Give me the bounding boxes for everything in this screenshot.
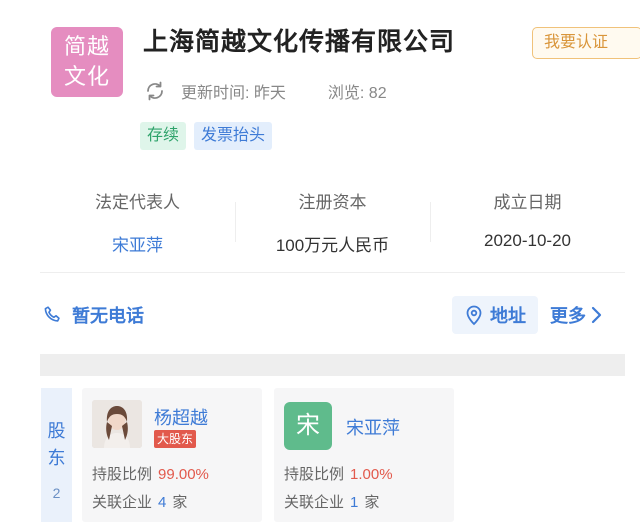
shareholder-card[interactable]: 宋 宋亚萍 持股比例 1.00% 关联企业 1 家 bbox=[274, 388, 454, 522]
major-shareholder-badge: 大股东 bbox=[154, 430, 197, 448]
shareholder-name[interactable]: 宋亚萍 bbox=[346, 414, 400, 440]
phone-icon bbox=[44, 306, 60, 322]
legal-rep-column: 法定代表人 宋亚萍 bbox=[40, 180, 235, 260]
certify-button[interactable]: 我要认证 bbox=[532, 27, 640, 59]
view-count: 浏览: 82 bbox=[327, 85, 387, 102]
meta-row: 更新时间: 昨天 浏览: 82 bbox=[143, 79, 387, 103]
info-columns: 法定代表人 宋亚萍 注册资本 100万元人民币 成立日期 2020-10-20 bbox=[40, 180, 625, 260]
founded-label: 成立日期 bbox=[493, 193, 562, 212]
related-count: 1 bbox=[350, 494, 359, 511]
legal-rep-label: 法定代表人 bbox=[95, 193, 180, 212]
phone-label: 暂无电话 bbox=[72, 306, 144, 326]
shareholders-label-2: 东 bbox=[47, 448, 66, 468]
shareholders-label-1: 股 bbox=[47, 421, 66, 441]
share-ratio: 持股比例 1.00% bbox=[284, 463, 393, 484]
invoice-tag[interactable]: 发票抬头 bbox=[194, 122, 273, 150]
capital-label: 注册资本 bbox=[298, 193, 367, 212]
related-suffix: 家 bbox=[172, 494, 188, 511]
founded-value: 2020-10-20 bbox=[484, 231, 571, 250]
section-separator bbox=[40, 354, 625, 376]
company-logo: 简越 文化 bbox=[51, 27, 123, 97]
related-count: 4 bbox=[158, 494, 167, 511]
related-companies[interactable]: 关联企业 4 家 bbox=[92, 491, 187, 512]
update-time: 更新时间: 昨天 bbox=[181, 85, 286, 102]
logo-text-2: 文化 bbox=[63, 64, 110, 89]
refresh-icon[interactable] bbox=[143, 79, 167, 103]
related-label: 关联企业 bbox=[284, 494, 345, 511]
legal-rep-value[interactable]: 宋亚萍 bbox=[40, 231, 235, 256]
share-ratio-label: 持股比例 bbox=[92, 466, 153, 483]
status-tags: 存续 发票抬头 bbox=[140, 122, 273, 150]
share-ratio: 持股比例 99.00% bbox=[92, 463, 209, 484]
status-badge: 存续 bbox=[140, 122, 187, 150]
capital-value: 100万元人民币 bbox=[275, 236, 390, 255]
phone-link[interactable]: 暂无电话 bbox=[42, 302, 144, 328]
avatar: 宋 bbox=[284, 402, 332, 450]
divider bbox=[40, 272, 625, 273]
chevron-right-icon bbox=[591, 306, 602, 324]
related-label: 关联企业 bbox=[92, 494, 153, 511]
logo-text-1: 简越 bbox=[63, 34, 110, 59]
address-button[interactable]: 地址 bbox=[452, 296, 538, 334]
avatar bbox=[92, 400, 142, 448]
related-companies[interactable]: 关联企业 1 家 bbox=[284, 491, 379, 512]
share-ratio-value: 1.00% bbox=[350, 466, 393, 483]
capital-column: 注册资本 100万元人民币 bbox=[235, 180, 430, 260]
location-pin-icon bbox=[466, 305, 482, 326]
shareholders-count: 2 bbox=[52, 485, 61, 501]
more-button[interactable]: 更多 bbox=[550, 302, 604, 328]
address-label: 地址 bbox=[490, 306, 526, 326]
related-suffix: 家 bbox=[364, 494, 380, 511]
shareholders-tab[interactable]: 股 东 2 bbox=[41, 388, 72, 522]
shareholder-name[interactable]: 杨超越 bbox=[154, 404, 208, 430]
more-label: 更多 bbox=[550, 306, 586, 326]
founded-column: 成立日期 2020-10-20 bbox=[430, 180, 625, 260]
share-ratio-label: 持股比例 bbox=[284, 466, 345, 483]
shareholder-card[interactable]: 杨超越 大股东 持股比例 99.00% 关联企业 4 家 bbox=[82, 388, 262, 522]
share-ratio-value: 99.00% bbox=[158, 466, 209, 483]
company-name: 上海简越文化传播有限公司 bbox=[143, 28, 456, 56]
